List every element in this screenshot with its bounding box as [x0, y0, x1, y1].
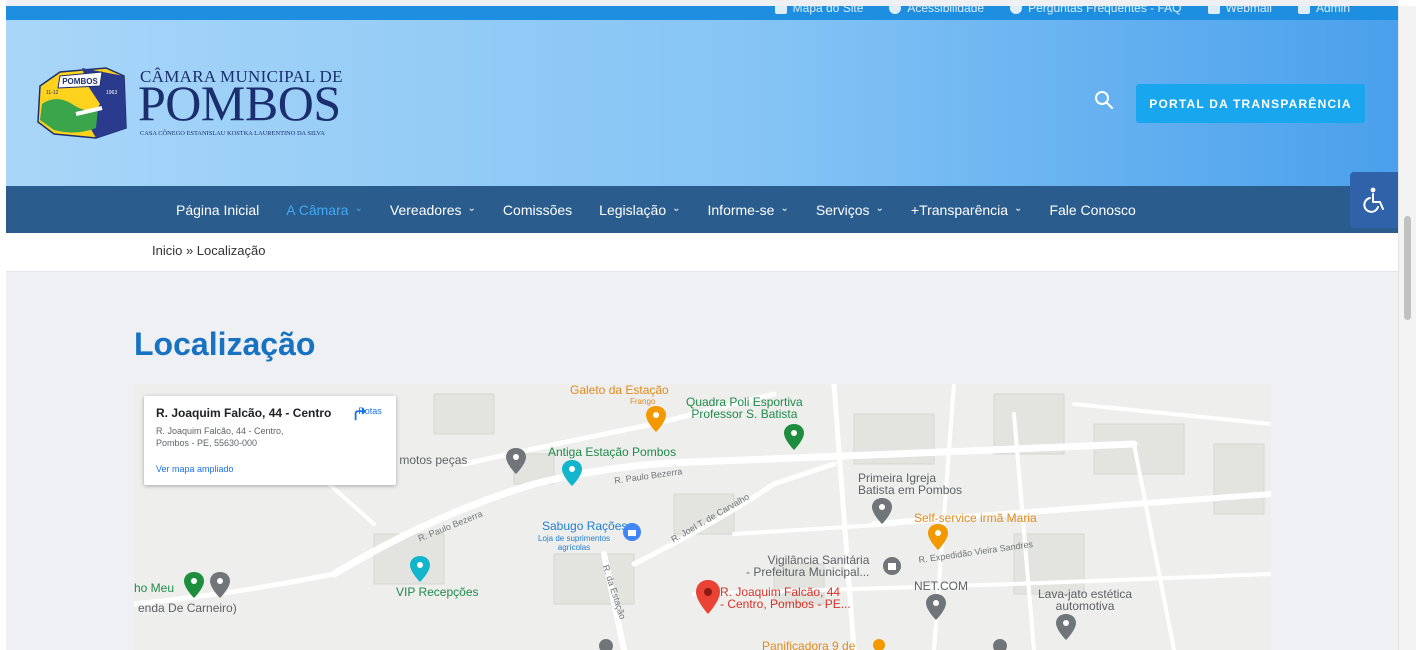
chevron-down-icon: ⌄ [780, 203, 789, 214]
map-place-card: R. Joaquim Falcão, 44 - Centro R. Joaqui… [144, 396, 396, 485]
map-label-lavajato[interactable]: Lava-jato estética automotiva [1038, 588, 1132, 612]
shop-pin-icon[interactable] [506, 448, 526, 474]
park-pin-icon[interactable] [784, 424, 804, 450]
chevron-down-icon: ⌄ [354, 203, 363, 214]
nav-item-servicos[interactable]: Serviços ⌄ [816, 202, 884, 218]
government-pin-icon[interactable] [882, 556, 902, 576]
embedded-map[interactable]: Galeto da Estação Frango Quadra Poli Esp… [134, 384, 1271, 650]
place-card-address-city: Pombos - PE, 55630-000 [156, 438, 258, 448]
search-icon[interactable] [1092, 88, 1116, 112]
map-label-vip[interactable]: VIP Recepções [396, 586, 479, 598]
main-navigation: Página Inicial A Câmara ⌄ Vereadores ⌄ Com… [6, 186, 1398, 233]
map-label-carneiro: enda De Carneiro) [138, 601, 237, 615]
crest-year-left: 11-12 [46, 90, 59, 96]
accessibility-toggle-button[interactable] [1350, 172, 1398, 228]
faq-link[interactable]: Perguntas Frequentes - FAQ [1010, 6, 1182, 15]
admin-link[interactable]: Admin [1297, 6, 1350, 15]
nav-item-fale-conosco[interactable]: Fale Conosco [1049, 202, 1135, 218]
map-label-panificadora[interactable]: Panificadora 9 de [762, 640, 855, 650]
map-label-quadra[interactable]: Quadra Poli Esportiva Professor S. Batis… [686, 396, 803, 420]
chevron-down-icon: ⌄ [672, 203, 681, 214]
question-icon [1010, 6, 1023, 14]
nav-item-vereadores[interactable]: Vereadores ⌄ [390, 202, 476, 218]
map-label-sabugo[interactable]: Sabugo Rações [542, 520, 627, 532]
business-pin-icon[interactable] [926, 594, 946, 620]
business-pin-icon[interactable] [1056, 614, 1076, 640]
crest-banner-text: POMBOS [62, 77, 98, 86]
chevron-down-icon: ⌄ [467, 203, 476, 214]
logo-title-big: POMBOS [138, 75, 341, 131]
store-pin-icon[interactable] [622, 522, 642, 542]
directions-icon [354, 407, 367, 421]
municipal-crest-icon: POMBOS 11-12 1963 [37, 67, 127, 139]
location-pin-icon[interactable] [696, 580, 720, 614]
restaurant-pin-icon[interactable] [646, 406, 666, 432]
top-utility-bar: Mapa do Site Acessibilidade Perguntas Fr… [6, 6, 1398, 20]
transparency-portal-button[interactable]: PORTAL DA TRANSPARÊNCIA [1136, 84, 1365, 123]
utility-links: Mapa do Site Acessibilidade Perguntas Fr… [774, 6, 1350, 15]
map-label-target[interactable]: R. Joaquim Falcão, 44 - Centro, Pombos -… [720, 586, 851, 610]
wheelchair-icon [1363, 187, 1384, 213]
place-card-address: R. Joaquim Falcão, 44 - Centro, [156, 426, 284, 436]
sitemap-link[interactable]: Mapa do Site [774, 6, 863, 15]
nav-item-transparencia[interactable]: +Transparência ⌄ [911, 202, 1023, 218]
place-pin-icon[interactable] [210, 572, 230, 598]
church-pin-icon[interactable] [872, 498, 892, 524]
map-label-vigilancia[interactable]: Vigilância Sanitária - Prefeitura Munici… [746, 554, 869, 578]
map-label-galeto[interactable]: Galeto da Estação [570, 384, 669, 396]
accessibility-icon [889, 6, 902, 14]
breadcrumb[interactable]: Inicio » Localização [152, 243, 265, 258]
place-pin-icon[interactable] [598, 638, 614, 650]
page-scrollbar[interactable] [1398, 6, 1416, 650]
site-logo[interactable]: POMBOS 11-12 1963 CÂMARA MUNICIPAL DE PO… [36, 64, 371, 142]
webmail-link[interactable]: Webmail [1207, 6, 1272, 15]
map-label-sabugo-sub: Loja de suprimentos agrícolas [538, 534, 611, 552]
map-label-primeira-igreja[interactable]: Primeira Igreja Batista em Pombos [858, 472, 962, 496]
place-card-title: R. Joaquim Falcão, 44 - Centro [156, 406, 332, 420]
page: Mapa do Site Acessibilidade Perguntas Fr… [6, 0, 1398, 650]
nav-item-comissoes[interactable]: Comissões [503, 202, 572, 218]
sitemap-icon [774, 6, 787, 14]
event-venue-pin-icon[interactable] [410, 556, 430, 582]
nav-item-informe-se[interactable]: Informe-se ⌄ [708, 202, 789, 218]
mail-icon [1207, 6, 1220, 14]
user-icon [1297, 6, 1310, 14]
larger-map-link[interactable]: Ver mapa ampliado [156, 464, 234, 474]
directions-button[interactable]: Rotas [352, 404, 388, 421]
map-label-self-service[interactable]: Self-service irmã Maria [914, 512, 1037, 524]
map-label-netcom[interactable]: NET.COM [914, 580, 968, 592]
breadcrumb-bar: Inicio » Localização [6, 233, 1398, 272]
map-label-meu[interactable]: ho Meu [134, 582, 174, 594]
place-pin-icon[interactable] [992, 638, 1008, 650]
crest-year-right: 1963 [106, 90, 117, 96]
scrollbar-thumb[interactable] [1404, 216, 1411, 320]
restaurant-pin-icon[interactable] [928, 524, 948, 550]
accessibility-link[interactable]: Acessibilidade [889, 6, 984, 15]
nav-item-legislacao[interactable]: Legislação ⌄ [599, 202, 680, 218]
logo-subtitle: CASA CÔNEGO ESTANISLAU KOSTKA LAURENTINO… [140, 130, 325, 137]
bakery-pin-icon[interactable] [872, 638, 886, 650]
park-pin-icon[interactable] [184, 572, 204, 598]
nav-item-pagina-inicial[interactable]: Página Inicial [176, 202, 259, 218]
chevron-down-icon: ⌄ [875, 203, 884, 214]
landmark-pin-icon[interactable] [562, 460, 582, 486]
map-label-antiga-estacao[interactable]: Antiga Estação Pombos [548, 446, 676, 458]
page-title: Localização [134, 326, 316, 362]
nav-item-a-camara[interactable]: A Câmara ⌄ [286, 202, 363, 218]
chevron-down-icon: ⌄ [1014, 203, 1023, 214]
site-header: POMBOS 11-12 1963 CÂMARA MUNICIPAL DE PO… [6, 20, 1398, 186]
